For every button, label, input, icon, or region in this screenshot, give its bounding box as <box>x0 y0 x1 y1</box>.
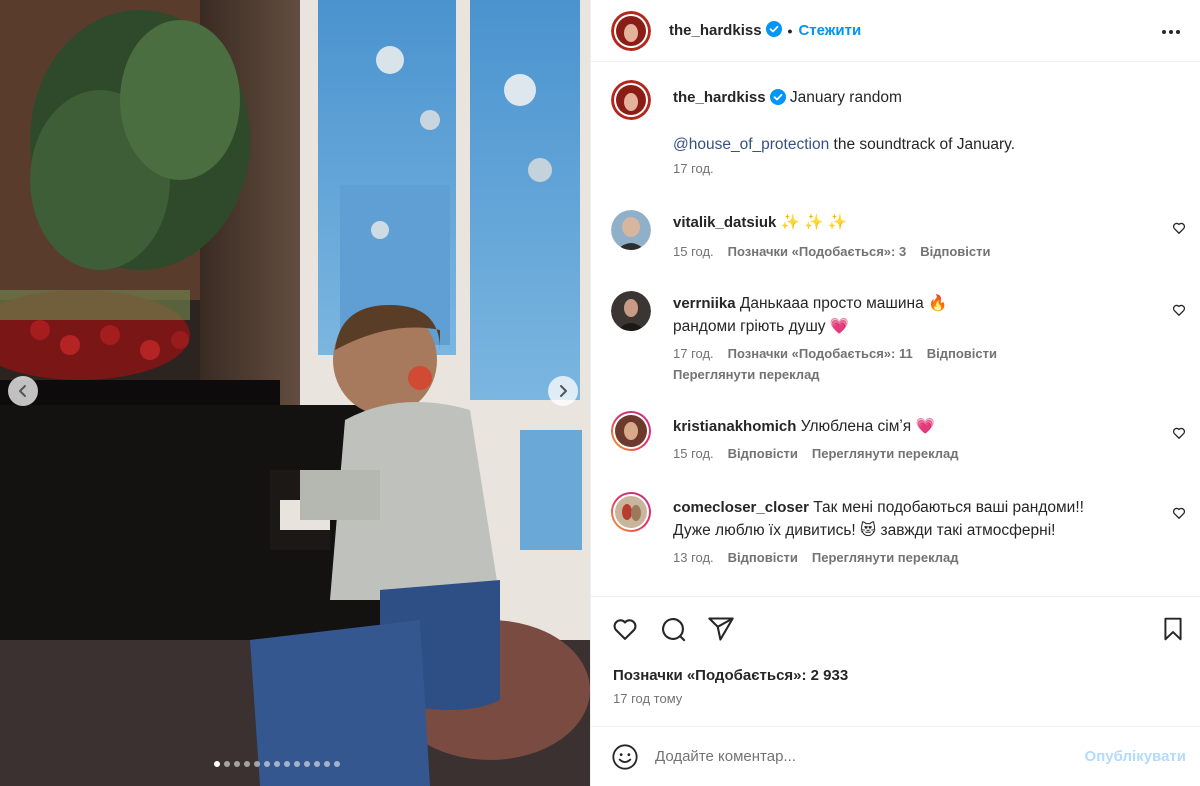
comment-bubble-icon <box>662 618 686 642</box>
comment-text: Так мені подобаються ваші рандоми!! <box>813 499 1084 516</box>
post-header: the_hardkiss • Стежити <box>591 0 1200 62</box>
caption-avatar[interactable] <box>611 80 651 120</box>
comment-text-line2: рандоми гріють душу 💗 <box>673 318 850 335</box>
comment-reply-button[interactable]: Відповісти <box>927 346 997 361</box>
caption-body: the soundtrack of January. <box>829 136 1016 153</box>
see-translation-button[interactable]: Переглянути переклад <box>673 367 997 382</box>
comment-button[interactable] <box>659 615 687 643</box>
carousel-dot <box>284 761 290 767</box>
comment-item: comecloser_closer Так мені подобаються в… <box>611 492 1181 565</box>
header-separator: • <box>787 22 793 39</box>
heart-icon <box>613 619 637 640</box>
commenter-avatar-story[interactable] <box>611 492 651 532</box>
author-avatar[interactable] <box>611 10 651 51</box>
comment-time[interactable]: 17 год. <box>673 346 714 361</box>
publish-comment-button[interactable]: Опублікувати <box>1085 748 1186 765</box>
carousel-dot <box>304 761 310 767</box>
save-button[interactable] <box>1160 615 1186 643</box>
more-horizontal-icon <box>1162 30 1180 34</box>
see-translation-button[interactable]: Переглянути переклад <box>812 550 959 565</box>
comment-item: kristianakhomich Улюблена сімʼя 💗 15 год… <box>611 411 1181 461</box>
comment-input[interactable] <box>655 748 1055 765</box>
carousel-dot <box>244 761 250 767</box>
avatar-image <box>611 291 651 331</box>
comment-username[interactable]: vitalik_datsiuk <box>673 214 776 231</box>
see-translation-button[interactable]: Переглянути переклад <box>812 446 959 461</box>
comment-like-button[interactable] <box>1172 426 1186 443</box>
avatar-image <box>611 80 651 120</box>
carousel-dot <box>214 761 220 767</box>
comment-username[interactable]: kristianakhomich <box>673 418 796 435</box>
follow-button[interactable]: Стежити <box>798 22 861 39</box>
post-side-panel: the_hardkiss • Стежити the_hardkiss Janu… <box>590 0 1200 786</box>
comment-time[interactable]: 13 год. <box>673 550 714 565</box>
carousel-dot <box>234 761 240 767</box>
caption-username[interactable]: the_hardkiss <box>673 89 766 106</box>
comment-reply-button[interactable]: Відповісти <box>920 244 990 259</box>
comment-likes-link[interactable]: Позначки «Подобається»: 3 <box>728 244 907 259</box>
prev-slide-button[interactable] <box>8 376 38 406</box>
carousel-indicator <box>214 761 340 767</box>
caption-title: January random <box>789 89 902 106</box>
next-slide-button[interactable] <box>548 376 578 406</box>
caption-time[interactable]: 17 год. <box>673 161 714 176</box>
add-comment-bar: Опублікувати <box>591 726 1200 786</box>
carousel-dot <box>314 761 320 767</box>
carousel-dot <box>264 761 270 767</box>
heart-outline-icon <box>1172 427 1186 439</box>
more-options-button[interactable] <box>1159 20 1183 47</box>
avatar-image <box>613 494 649 530</box>
comment-like-button[interactable] <box>1172 303 1186 320</box>
post-media[interactable] <box>0 0 590 786</box>
caption-mention-link[interactable]: @house_of_protection <box>673 136 829 153</box>
comment-text-line2: Дуже люблю їх дивитись! 😻 завжди такі ат… <box>673 522 1056 539</box>
verified-badge-icon <box>769 89 786 112</box>
heart-outline-icon <box>1172 507 1186 519</box>
carousel-dot <box>254 761 260 767</box>
comment-likes-link[interactable]: Позначки «Подобається»: 11 <box>728 346 913 361</box>
caption: the_hardkiss January random @house_of_pr… <box>611 80 1015 176</box>
comment-username[interactable]: comecloser_closer <box>673 499 809 516</box>
comment-time[interactable]: 15 год. <box>673 244 714 259</box>
heart-outline-icon <box>1172 222 1186 234</box>
carousel-dot <box>224 761 230 767</box>
comment-reply-button[interactable]: Відповісти <box>728 446 798 461</box>
heart-outline-icon <box>1172 304 1186 316</box>
emoji-smile-icon <box>612 743 638 770</box>
verified-badge-icon <box>765 21 782 40</box>
carousel-dot <box>294 761 300 767</box>
carousel-dot <box>334 761 340 767</box>
author-username[interactable]: the_hardkiss <box>669 22 762 39</box>
comment-time[interactable]: 15 год. <box>673 446 714 461</box>
chevron-right-icon <box>560 385 567 397</box>
send-icon <box>708 617 734 641</box>
avatar-image <box>611 210 651 250</box>
avatar-image <box>611 10 651 51</box>
post-timestamp[interactable]: 17 год тому <box>613 691 682 706</box>
comment-like-button[interactable] <box>1172 221 1186 238</box>
like-button[interactable] <box>611 615 639 643</box>
comment-username[interactable]: verrniika <box>673 295 736 312</box>
comment-text: ✨ ✨ ✨ <box>780 214 848 231</box>
avatar-image <box>613 413 649 449</box>
post-actions: Позначки «Подобається»: 2 933 17 год том… <box>591 596 1200 726</box>
post-photo <box>0 0 590 786</box>
comment-text: Данькааа просто машина 🔥 <box>739 295 948 312</box>
comment-text: Улюблена сімʼя 💗 <box>800 418 935 435</box>
emoji-button[interactable] <box>611 743 639 771</box>
commenter-avatar[interactable] <box>611 210 651 250</box>
carousel-dot <box>324 761 330 767</box>
share-button[interactable] <box>707 615 735 643</box>
comment-item: vitalik_datsiuk ✨ ✨ ✨ 15 год. Позначки «… <box>611 210 1181 259</box>
commenter-avatar[interactable] <box>611 291 651 331</box>
comment-like-button[interactable] <box>1172 506 1186 523</box>
bookmark-icon <box>1164 617 1182 641</box>
likes-count[interactable]: Позначки «Подобається»: 2 933 <box>613 667 848 684</box>
comment-reply-button[interactable]: Відповісти <box>728 550 798 565</box>
comment-item: verrniika Данькааа просто машина 🔥 рандо… <box>611 291 1181 382</box>
post-dialog: the_hardkiss • Стежити the_hardkiss Janu… <box>0 0 1200 786</box>
commenter-avatar-story[interactable] <box>611 411 651 451</box>
chevron-left-icon <box>19 385 26 397</box>
carousel-dot <box>274 761 280 767</box>
